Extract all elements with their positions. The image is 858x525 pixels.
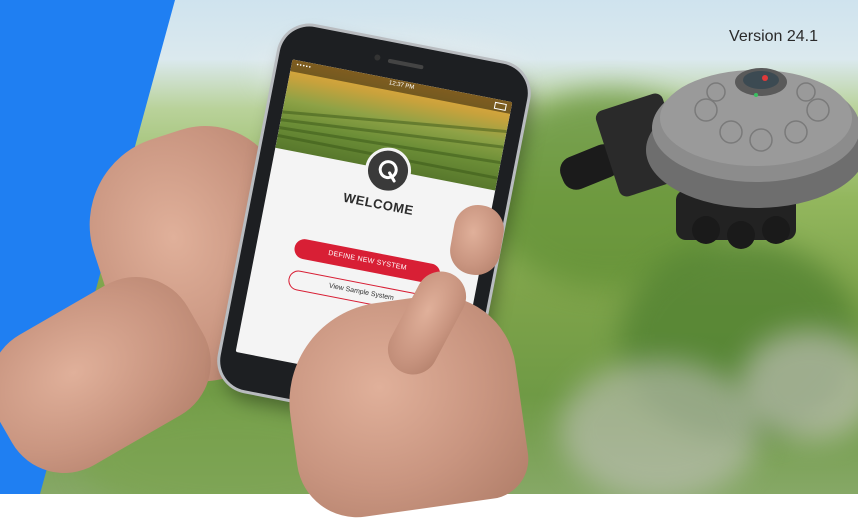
irrigation-controller-device bbox=[560, 68, 858, 249]
battery-icon bbox=[493, 101, 507, 111]
